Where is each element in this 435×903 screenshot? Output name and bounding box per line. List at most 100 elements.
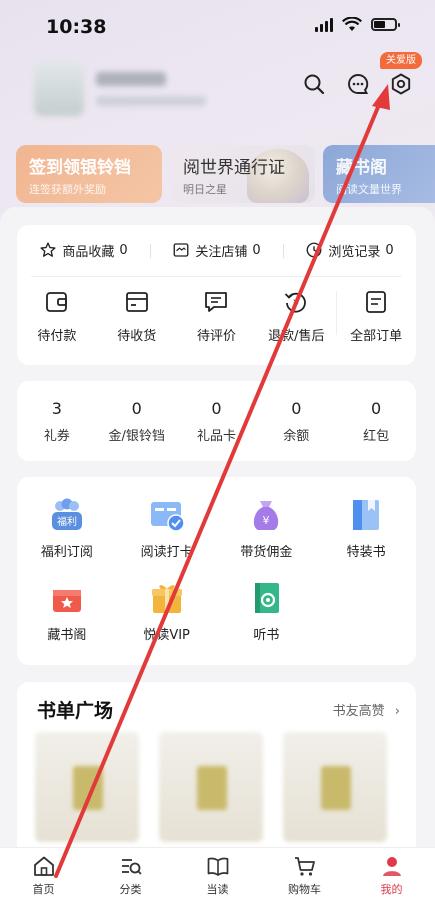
favorites-label: 商品收藏: [62, 244, 115, 260]
tab-label: 购物车: [288, 883, 321, 896]
audiobook-icon: [255, 583, 280, 613]
vip-gift-icon: [151, 585, 182, 613]
welfare-badge-text: 福利: [57, 515, 77, 528]
banner-title: 藏书阁: [336, 158, 387, 178]
store-icon: [173, 243, 189, 257]
search-icon[interactable]: [302, 72, 326, 96]
message-icon[interactable]: [346, 72, 370, 96]
asset-label: 金/银铃铛: [108, 429, 165, 444]
asset-label: 红包: [363, 429, 390, 444]
asset-value: 0: [370, 399, 382, 418]
order-pending-payment[interactable]: 待付款: [17, 289, 97, 344]
services-card: 福利 福利订阅 阅读打卡 ¥ 带货佣金 特装书 藏书阁 悦读VIP 听书: [17, 477, 416, 665]
order-refund[interactable]: ¥ 退款/售后: [256, 289, 336, 344]
order-pending-review[interactable]: 待评价: [177, 289, 257, 344]
assets-card: 3 礼券 0 金/银铃铛 0 礼品卡 0 余额 0 红包: [17, 381, 416, 461]
signal-icon: [315, 17, 333, 32]
booklist-covers: [35, 732, 387, 842]
tab-cart[interactable]: 购物车: [261, 848, 348, 903]
quick-stats-row: 商品收藏 0 关注店铺 0 浏览记录 0: [17, 225, 416, 275]
service-welfare[interactable]: 福利 福利订阅: [17, 497, 117, 560]
user-profile[interactable]: [34, 62, 206, 116]
service-reading-checkin[interactable]: 阅读打卡: [117, 497, 217, 560]
more-label: 书友高赞: [332, 704, 385, 719]
status-icons: [315, 17, 400, 32]
book-cover[interactable]: [283, 732, 387, 842]
status-bar: 10:38: [0, 0, 435, 50]
tab-label: 首页: [32, 883, 55, 896]
asset-label: 礼券: [43, 429, 70, 444]
banner-subtitle: 明日之星: [183, 183, 227, 196]
special-book-icon: [353, 500, 380, 530]
asset-value: 0: [291, 399, 302, 418]
avatar[interactable]: [34, 62, 84, 116]
star-icon: [40, 242, 56, 257]
tab-profile[interactable]: 我的: [348, 848, 435, 903]
tab-reading[interactable]: 当读: [174, 848, 261, 903]
order-list-icon: [366, 291, 386, 313]
banner-checkin[interactable]: 签到领银铃铛 连签获额外奖励: [16, 145, 162, 203]
asset-bells[interactable]: 0 金/银铃铛: [97, 399, 177, 444]
clock-icon: [306, 242, 322, 258]
order-all[interactable]: 全部订单: [336, 289, 416, 344]
service-audiobook[interactable]: 听书: [217, 580, 317, 643]
wallet-icon: [45, 292, 67, 312]
package-icon: [125, 292, 148, 312]
svg-text:¥: ¥: [293, 299, 299, 309]
history-label: 浏览记录: [328, 244, 381, 260]
cart-icon: [294, 857, 315, 876]
content-sheet: 商品收藏 0 关注店铺 0 浏览记录 0 待付款 待收货 待评价 ¥ 退款/售后…: [0, 207, 435, 862]
book-cover[interactable]: [159, 732, 263, 842]
chevron-right-icon: ›: [394, 704, 400, 719]
order-label: 待收货: [117, 329, 157, 344]
banner-pass[interactable]: 阅世界通行证 明日之星: [170, 145, 315, 203]
banner-subtitle: 连签获额外奖励: [29, 183, 106, 196]
book-icon: [207, 857, 228, 876]
banner-library[interactable]: 藏书阁 阅读文量世界: [323, 145, 435, 203]
money-bag-icon: ¥: [254, 501, 279, 530]
service-commission[interactable]: ¥ 带货佣金: [217, 497, 317, 560]
stores-label: 关注店铺: [195, 244, 248, 260]
welfare-icon: 福利: [51, 498, 82, 530]
book-cover[interactable]: [35, 732, 139, 842]
order-label: 全部订单: [350, 329, 403, 344]
svg-text:¥: ¥: [263, 514, 270, 527]
service-label: 藏书阁: [47, 628, 87, 643]
followed-stores-link[interactable]: 关注店铺 0: [150, 241, 283, 260]
tab-label: 分类: [119, 883, 142, 896]
category-icon: [121, 859, 142, 875]
asset-value: 0: [211, 399, 222, 418]
gift-box-icon: [52, 590, 81, 612]
service-library[interactable]: 藏书阁: [17, 580, 117, 643]
tab-label: 当读: [206, 883, 229, 896]
history-link[interactable]: 浏览记录 0: [283, 241, 416, 260]
service-label: 带货佣金: [240, 545, 293, 560]
favorites-count: 0: [119, 242, 128, 258]
order-label: 待评价: [196, 329, 236, 344]
asset-red-packets[interactable]: 0 红包: [336, 399, 416, 444]
service-label: 特装书: [346, 545, 386, 560]
wifi-icon: [342, 17, 362, 31]
order-pending-receipt[interactable]: 待收货: [97, 289, 177, 344]
bottom-tab-bar: 首页 分类 当读 购物车 我的: [0, 847, 435, 903]
booklist-card: 书单广场 书友高赞 ›: [17, 682, 416, 862]
settings-icon[interactable]: [389, 72, 413, 96]
tab-home[interactable]: 首页: [0, 848, 87, 903]
user-name-blurred: [96, 72, 166, 86]
assets-row: 3 礼券 0 金/银铃铛 0 礼品卡 0 余额 0 红包: [17, 399, 416, 444]
banner-title: 阅世界通行证: [183, 158, 285, 178]
divider: [31, 276, 402, 277]
service-special-edition[interactable]: 特装书: [316, 497, 416, 560]
history-count: 0: [385, 242, 394, 258]
orders-card: 商品收藏 0 关注店铺 0 浏览记录 0 待付款 待收货 待评价 ¥ 退款/售后…: [17, 225, 416, 365]
booklist-more-link[interactable]: 书友高赞 ›: [333, 700, 400, 719]
tab-category[interactable]: 分类: [87, 848, 174, 903]
service-label: 悦读VIP: [143, 628, 190, 643]
asset-gift-cards[interactable]: 0 礼品卡: [177, 399, 257, 444]
order-label: 退款/售后: [268, 329, 325, 344]
favorites-link[interactable]: 商品收藏 0: [17, 241, 150, 260]
service-vip[interactable]: 悦读VIP: [117, 580, 217, 643]
care-edition-badge[interactable]: 关爱版: [380, 52, 422, 69]
asset-balance[interactable]: 0 余额: [256, 399, 336, 444]
asset-coupons[interactable]: 3 礼券: [17, 399, 97, 444]
